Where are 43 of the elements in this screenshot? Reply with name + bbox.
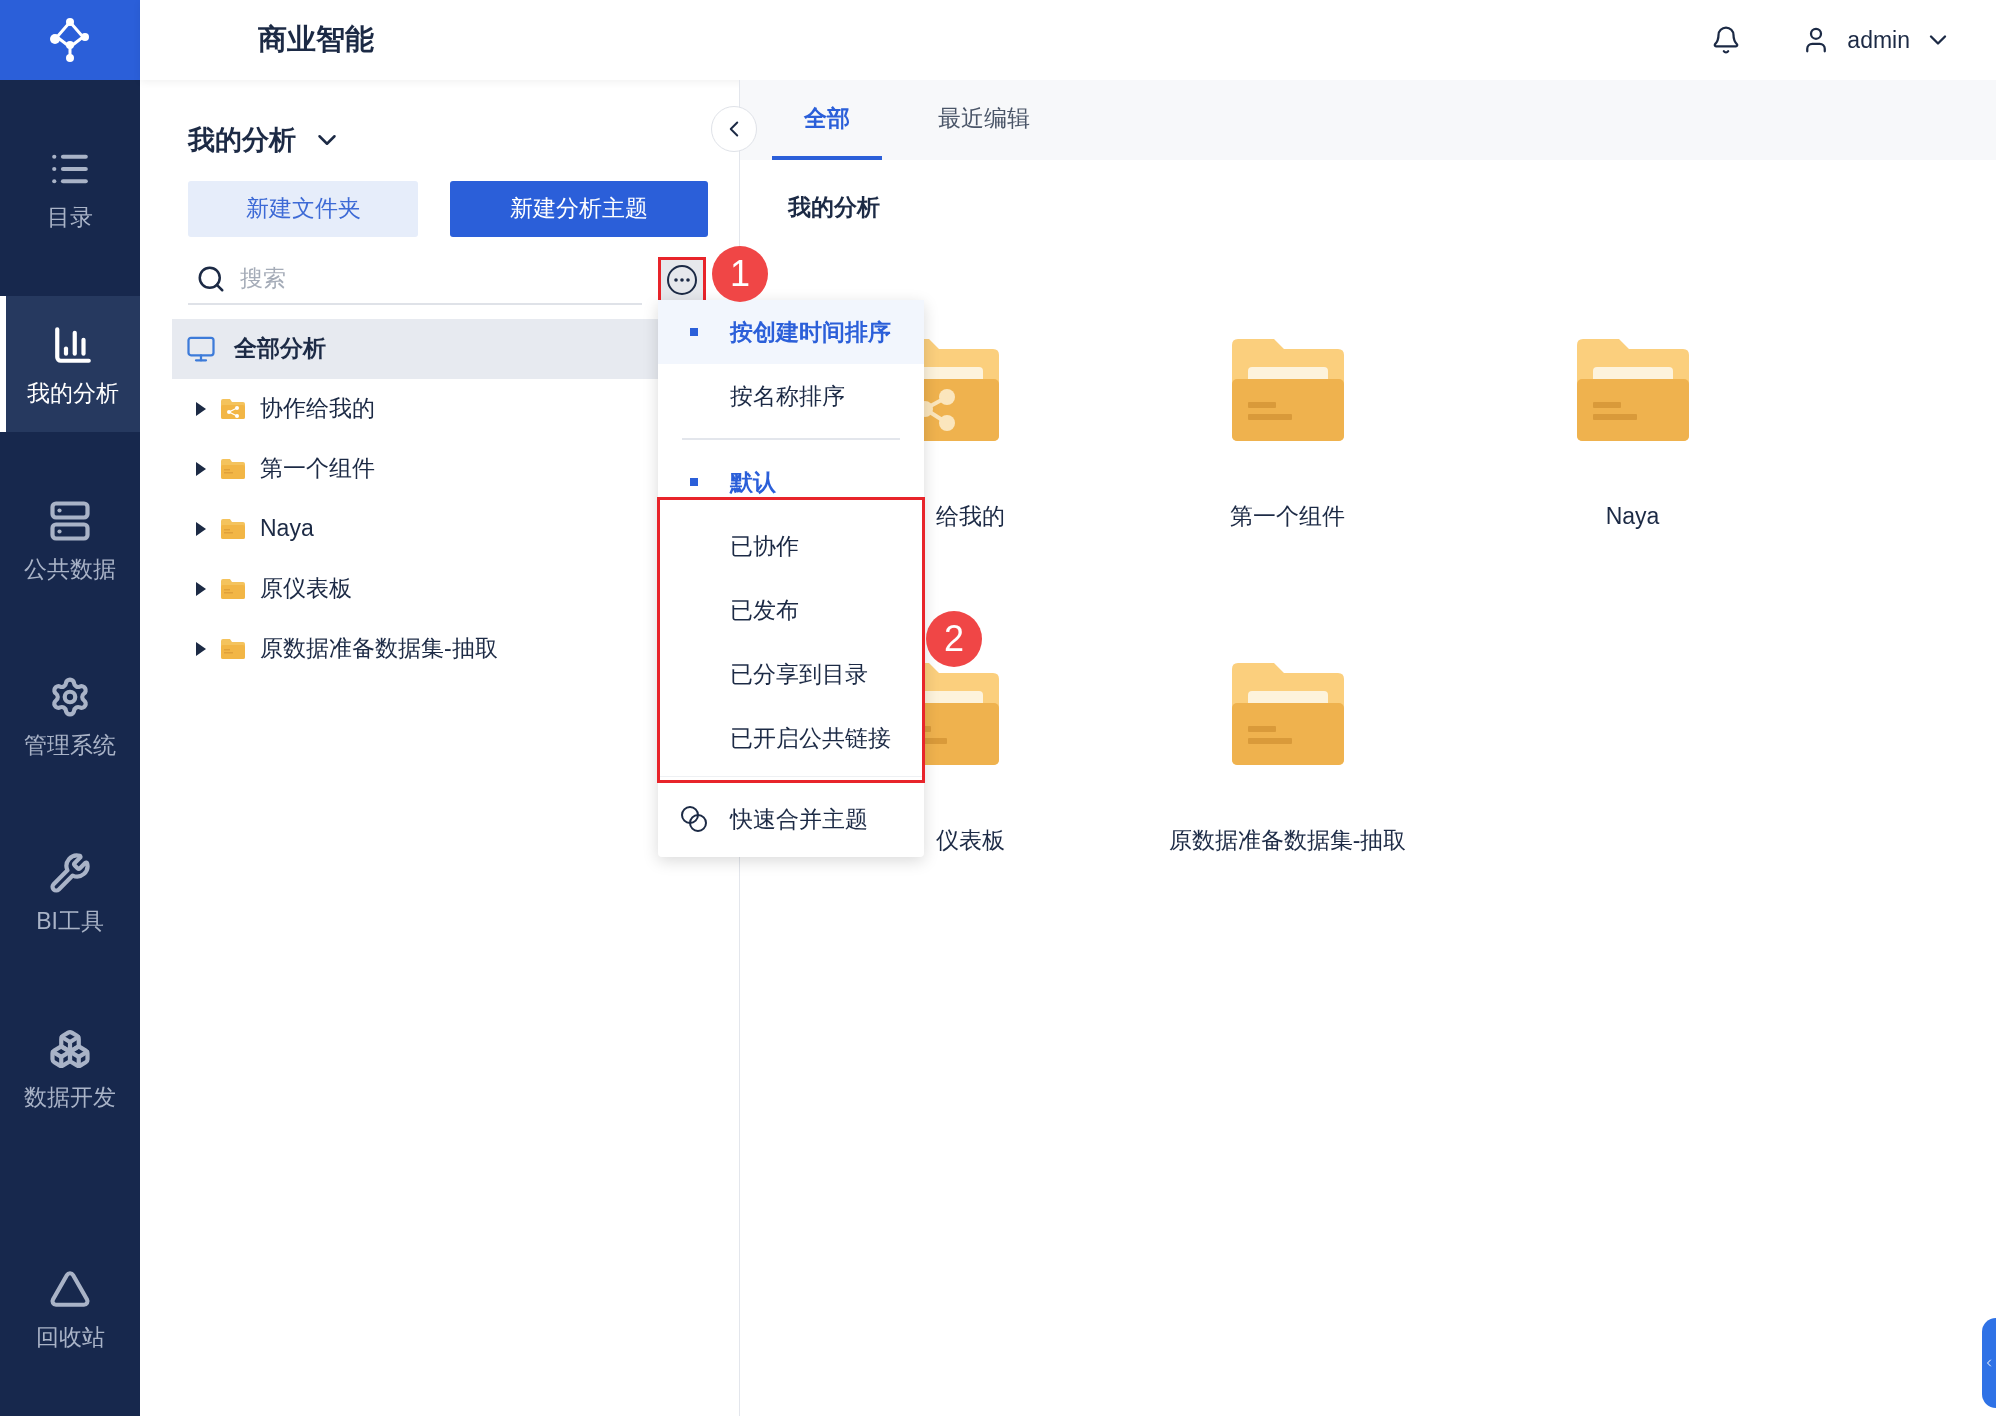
step-badge: 2 bbox=[926, 611, 982, 667]
new-topic-button[interactable]: 新建分析主题 bbox=[450, 180, 708, 237]
more-button[interactable] bbox=[658, 256, 706, 303]
app-title: 商业智能 bbox=[258, 22, 374, 58]
menu-item[interactable]: 按创建时间排序 bbox=[658, 300, 924, 364]
menu-item[interactable]: 已开启公共链接 bbox=[658, 706, 924, 770]
tab[interactable]: 最近编辑 bbox=[906, 80, 1062, 160]
search-field[interactable]: 搜索 bbox=[240, 261, 540, 296]
panel-title: 我的分析 bbox=[188, 124, 296, 157]
nav-item[interactable]: 我的分析 bbox=[0, 296, 140, 432]
merge-icon bbox=[680, 805, 708, 833]
expand-arrow-icon[interactable] bbox=[196, 401, 206, 416]
gear-icon bbox=[49, 675, 91, 718]
expand-arrow-icon[interactable] bbox=[196, 461, 206, 476]
nav-item[interactable]: BI工具 bbox=[0, 824, 140, 960]
expand-arrow-icon[interactable] bbox=[196, 521, 206, 536]
folder-icon bbox=[220, 517, 246, 540]
folder-label[interactable]: 原数据准备数据集-抽取 bbox=[1168, 823, 1407, 858]
nav-item[interactable]: 目录 bbox=[0, 120, 140, 256]
folder-icon bbox=[220, 457, 246, 480]
folder-label[interactable]: 第一个组件 bbox=[1230, 498, 1345, 533]
section-title: 我的分析 bbox=[788, 193, 881, 222]
logo-tile[interactable] bbox=[0, 0, 140, 80]
new-folder-button[interactable]: 新建文件夹 bbox=[188, 180, 418, 237]
expand-arrow-icon[interactable] bbox=[196, 581, 206, 596]
nav-item[interactable]: 回收站 bbox=[0, 1240, 140, 1376]
nav-item[interactable]: 数据开发 bbox=[0, 1000, 140, 1136]
nav-item[interactable]: 管理系统 bbox=[0, 648, 140, 784]
user-name[interactable]: admin bbox=[1847, 22, 1910, 58]
folder-icon bbox=[220, 577, 246, 600]
side-handle[interactable] bbox=[1982, 1318, 1996, 1408]
folder-label[interactable]: Naya bbox=[1605, 498, 1660, 533]
step-badge: 1 bbox=[712, 246, 768, 302]
shared-folder-icon bbox=[220, 397, 246, 420]
menu-item[interactable]: 快速合并主题 bbox=[658, 781, 924, 857]
folder-icon bbox=[220, 637, 246, 660]
ellipsis-icon bbox=[667, 264, 697, 295]
nav-item[interactable]: 公共数据 bbox=[0, 472, 140, 608]
wrench-icon bbox=[49, 851, 91, 894]
cubes-icon bbox=[49, 1027, 91, 1070]
tab[interactable]: 全部 bbox=[772, 80, 882, 160]
server-icon bbox=[49, 499, 91, 542]
expand-arrow-icon[interactable] bbox=[196, 641, 206, 656]
